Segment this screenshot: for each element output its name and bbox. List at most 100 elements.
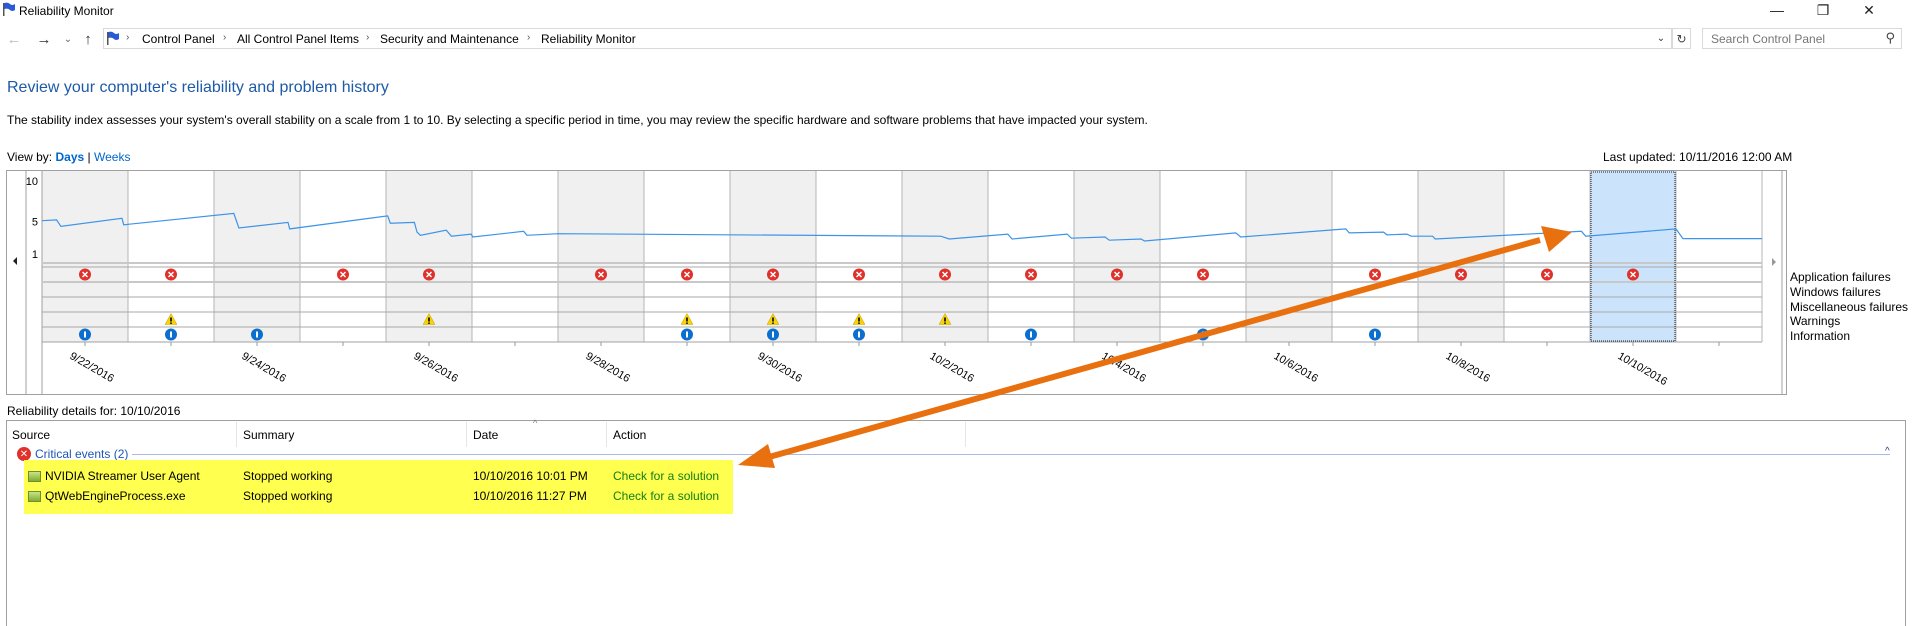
x-date-label: 10/10/2016 (1616, 350, 1670, 388)
maximize-button[interactable]: ❐ (1800, 0, 1846, 20)
scroll-left-icon[interactable] (13, 257, 17, 265)
search-input[interactable] (1711, 31, 1871, 46)
reliability-details-label: Reliability details for: 10/10/2016 (7, 404, 181, 418)
day-column-10/8/2016[interactable] (1418, 171, 1504, 342)
back-arrow-icon: ← (6, 30, 22, 48)
title-bar: Reliability Monitor — ❐ ✕ (0, 0, 1914, 22)
refresh-button[interactable]: ↻ (1672, 28, 1691, 49)
legend-windows-failures: Windows failures (1790, 285, 1881, 299)
legend-warnings: Warnings (1790, 314, 1841, 328)
warning-icon-dot (772, 322, 774, 324)
y-tick-label: 1 (32, 249, 38, 261)
day-column-9/25/2016[interactable] (300, 171, 386, 342)
warning-icon-mark (170, 317, 172, 322)
information-icon-mark (256, 331, 258, 338)
warning-icon-mark (944, 317, 946, 322)
column-header-source[interactable]: Source (12, 428, 50, 442)
x-date-label: 9/22/2016 (68, 350, 116, 385)
y-tick-label: 10 (26, 176, 38, 188)
breadcrumb-security-and-maintenance[interactable]: Security and Maintenance (380, 32, 519, 46)
day-column-10/4/2016[interactable] (1074, 171, 1160, 342)
row-source: QtWebEngineProcess.exe (45, 489, 186, 503)
page-title: Review your computer's reliability and p… (7, 79, 389, 96)
last-updated: Last updated: 10/11/2016 12:00 AM (1603, 150, 1793, 164)
scroll-right-icon[interactable] (1772, 258, 1776, 266)
column-divider[interactable] (965, 422, 966, 447)
chevron-down-icon: ⌄ (1656, 33, 1666, 44)
information-icon-mark (1202, 331, 1204, 338)
breadcrumb-reliability-monitor[interactable]: Reliability Monitor (541, 32, 636, 46)
day-column-10/10/2016[interactable] (1590, 171, 1676, 342)
row-summary: Stopped working (243, 489, 333, 503)
minimize-icon: — (1770, 2, 1784, 18)
day-column-10/11/2016[interactable] (1676, 171, 1762, 342)
check-for-solution-link[interactable]: Check for a solution (613, 489, 719, 503)
flag-icon (107, 31, 119, 45)
day-column-9/24/2016[interactable] (214, 171, 300, 342)
x-date-label: 9/28/2016 (584, 350, 632, 385)
forward-button[interactable]: → (34, 29, 54, 49)
row-date: 10/10/2016 10:01 PM (473, 469, 588, 483)
close-button[interactable]: ✕ (1846, 0, 1892, 20)
information-icon-mark (1030, 331, 1032, 338)
x-date-label: 9/30/2016 (756, 350, 804, 385)
day-column-9/22/2016[interactable] (42, 171, 128, 342)
column-divider[interactable] (606, 422, 607, 447)
search-box[interactable]: ⚲ (1702, 28, 1902, 49)
warning-icon-dot (858, 322, 860, 324)
application-icon (28, 471, 41, 482)
recent-locations-button[interactable]: ⌄ (58, 29, 78, 49)
page-description: The stability index assesses your system… (7, 113, 1148, 127)
day-column-10/5/2016[interactable] (1160, 171, 1246, 342)
view-by-days-link[interactable]: Days (55, 150, 84, 164)
up-button[interactable]: ↑ (78, 29, 98, 49)
table-row[interactable]: NVIDIA Streamer User Agent Stopped worki… (24, 468, 733, 486)
view-by-separator: | (87, 150, 91, 164)
column-divider[interactable] (236, 422, 237, 447)
day-column-10/7/2016[interactable] (1332, 171, 1418, 342)
column-header-action[interactable]: Action (613, 428, 646, 442)
minimize-button[interactable]: — (1754, 0, 1800, 20)
close-icon: ✕ (1863, 1, 1875, 18)
view-by-weeks-link[interactable]: Weeks (94, 150, 130, 164)
day-column-9/28/2016[interactable] (558, 171, 644, 342)
warning-icon-dot (170, 322, 172, 324)
breadcrumb-control-panel[interactable]: Control Panel (142, 32, 215, 46)
breadcrumb-all-control-panel-items[interactable]: All Control Panel Items (237, 32, 359, 46)
day-column-10/6/2016[interactable] (1246, 171, 1332, 342)
day-column-10/3/2016[interactable] (988, 171, 1074, 342)
information-icon-mark (84, 331, 86, 338)
check-for-solution-link[interactable]: Check for a solution (613, 469, 719, 483)
critical-error-icon: ✕ (17, 447, 31, 461)
day-column-10/9/2016[interactable] (1504, 171, 1590, 342)
warning-icon-dot (428, 322, 430, 324)
collapse-group-button[interactable]: ^ (1885, 446, 1890, 457)
chevron-down-icon: ⌄ (63, 33, 73, 45)
search-icon[interactable]: ⚲ (1885, 30, 1895, 46)
address-dropdown-button[interactable]: ⌄ (1650, 28, 1672, 49)
back-button[interactable]: ← (4, 29, 24, 49)
information-icon-mark (772, 331, 774, 338)
y-tick-label: 5 (32, 217, 38, 229)
warning-icon-mark (772, 317, 774, 322)
x-date-label: 10/2/2016 (928, 350, 976, 385)
x-date-label: 10/6/2016 (1272, 350, 1320, 385)
column-header-summary[interactable]: Summary (243, 428, 294, 442)
application-icon (28, 491, 41, 502)
column-divider[interactable] (466, 422, 467, 447)
information-icon-mark (170, 331, 172, 338)
critical-events-group[interactable]: Critical events (2) (35, 447, 133, 461)
warning-icon-mark (686, 317, 688, 322)
row-source: NVIDIA Streamer User Agent (45, 469, 200, 483)
breadcrumb-separator: › (366, 32, 370, 43)
x-date-label: 10/4/2016 (1100, 350, 1148, 385)
reliability-chart[interactable]: 10 5 1 9/22/2016 9/24/2016 9/26/2016 9/28/2016… (6, 170, 1787, 395)
table-row[interactable]: QtWebEngineProcess.exe Stopped working 1… (24, 488, 733, 506)
column-header-date[interactable]: Date (473, 428, 498, 442)
up-arrow-icon: ↑ (84, 30, 92, 48)
information-icon-mark (858, 331, 860, 338)
details-list[interactable] (6, 420, 1906, 626)
view-by-label: View by: (7, 150, 53, 164)
legend-miscellaneous-failures: Miscellaneous failures (1790, 300, 1909, 314)
day-column-9/27/2016[interactable] (472, 171, 558, 342)
